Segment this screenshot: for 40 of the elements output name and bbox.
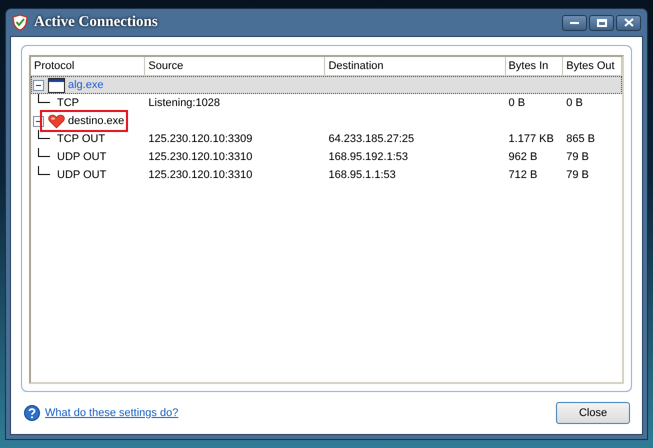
table-cell: 168.95.1.1:53 [328, 168, 396, 181]
process-row[interactable]: alg.exe [31, 76, 622, 94]
close-button[interactable]: Close [556, 402, 630, 424]
table-cell: 0 B [566, 96, 583, 109]
maximize-button[interactable] [589, 14, 614, 30]
table-cell: 125.230.120.10:3309 [148, 132, 252, 145]
help-icon [24, 405, 40, 421]
close-icon [624, 18, 634, 27]
window-title: Active Connections [34, 13, 158, 32]
table-cell: 1.177 KB [508, 132, 554, 145]
column-header[interactable]: Protocol [31, 57, 146, 75]
table-cell: Listening:1028 [148, 96, 220, 109]
column-header[interactable]: Bytes In [506, 57, 564, 75]
minimize-button[interactable] [562, 14, 587, 30]
process-name: destino.exe [68, 114, 124, 129]
column-header[interactable]: Source [145, 57, 326, 75]
heart-icon [48, 114, 65, 128]
column-header[interactable]: Bytes Out [563, 57, 622, 75]
table-cell-text: UDP OUT [57, 168, 106, 183]
table-cell: 64.233.185.27:25 [328, 132, 414, 145]
table-cell: 168.95.192.1:53 [328, 150, 408, 163]
table-cell: 0 B [508, 96, 526, 109]
table-cell-text: TCP [57, 96, 79, 111]
process-row[interactable]: destino.exe [31, 112, 622, 130]
table-cell: 712 B [508, 168, 538, 181]
window-icon [48, 78, 65, 92]
table-cell: 962 B [508, 150, 538, 163]
table-cell-text: TCP OUT [57, 132, 106, 147]
collapse-toggle[interactable] [33, 80, 44, 90]
table-cell: 865 B [566, 132, 596, 145]
table-cell: 79 B [566, 168, 589, 181]
help-link[interactable]: What do these settings do? [45, 404, 178, 422]
close-button[interactable] [616, 14, 641, 30]
table-cell: 125.230.120.10:3310 [148, 150, 252, 163]
table-cell-text: UDP OUT [57, 150, 106, 165]
table-cell: 79 B [566, 150, 589, 163]
column-header[interactable]: Destination [325, 57, 506, 75]
shield-icon [12, 14, 28, 31]
process-name: alg.exe [68, 78, 104, 93]
table-cell: 125.230.120.10:3310 [148, 168, 252, 181]
